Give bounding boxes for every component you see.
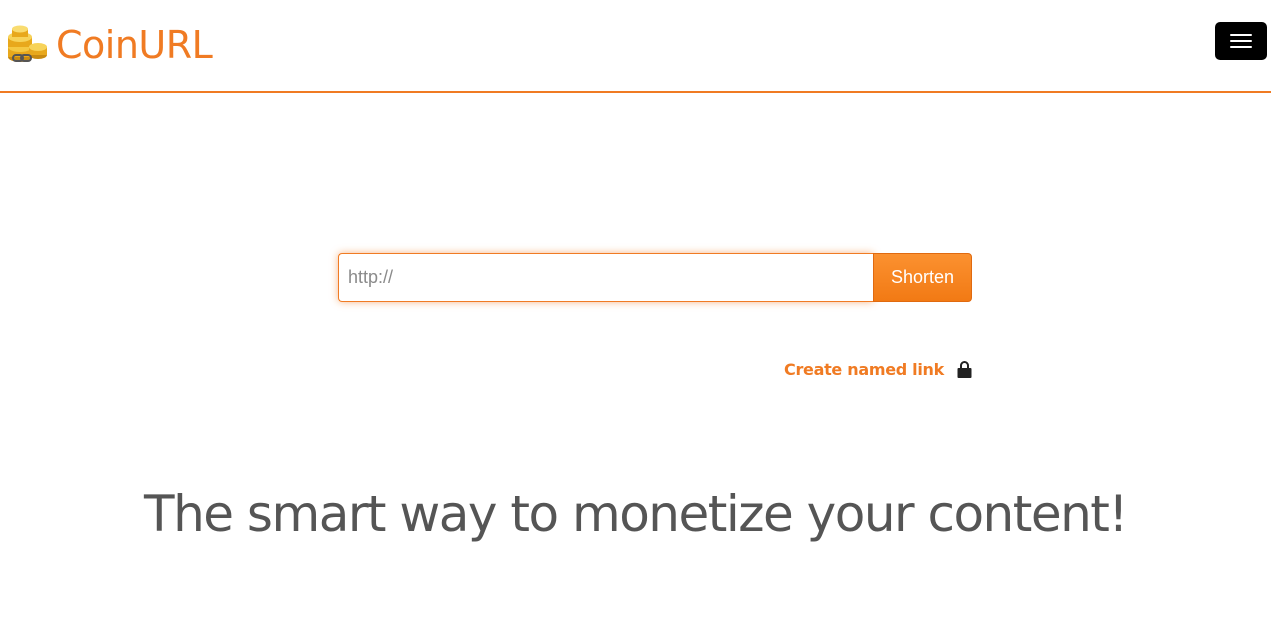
lock-icon <box>957 360 972 378</box>
menu-toggle-button[interactable] <box>1215 22 1267 60</box>
create-named-link[interactable]: Create named link <box>784 357 972 381</box>
shorten-form: Shorten <box>338 253 972 302</box>
brand-home-link[interactable]: CoinURL <box>4 20 213 70</box>
create-named-link-label: Create named link <box>784 359 944 379</box>
site-header: CoinURL <box>0 0 1271 93</box>
brand-name: CoinURL <box>56 23 213 67</box>
coin-stack-link-icon <box>8 25 47 62</box>
hamburger-menu-icon <box>1230 46 1252 48</box>
url-input[interactable] <box>338 253 873 302</box>
shorten-button[interactable]: Shorten <box>873 253 972 302</box>
hamburger-menu-icon <box>1230 34 1252 36</box>
tagline-heading: The smart way to monetize your content! <box>144 485 1128 543</box>
hamburger-menu-icon <box>1230 40 1252 42</box>
